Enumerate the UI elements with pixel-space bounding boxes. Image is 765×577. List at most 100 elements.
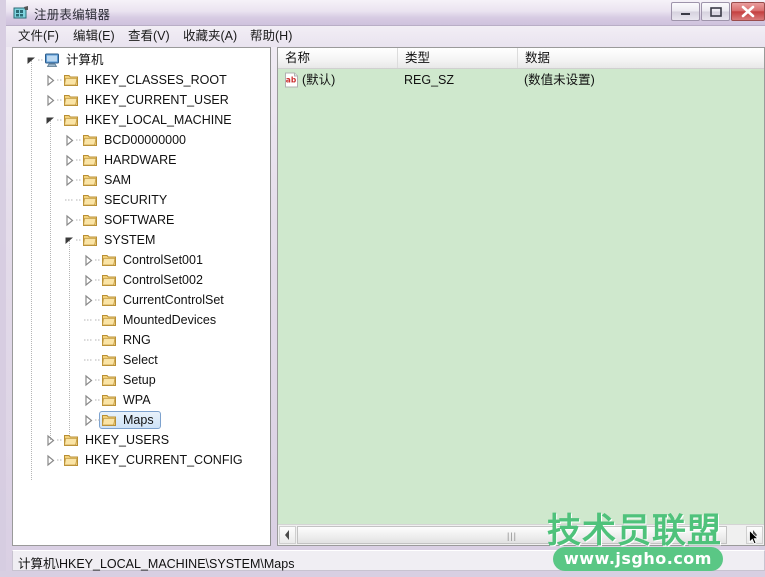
collapse-arrow-icon[interactable] (63, 230, 76, 250)
folder-icon (101, 392, 117, 408)
tree-item-hkey-local-machine[interactable]: HKEY_LOCAL_MACHINE (13, 110, 270, 130)
content-area: 计算机HKEY_CLASSES_ROOTHKEY_CURRENT_USERHKE… (12, 47, 765, 547)
cell-value-name: (默认) (302, 69, 335, 91)
tree-item-controlset002[interactable]: ControlSet002 (13, 270, 270, 290)
folder-icon (82, 152, 98, 168)
folder-icon (101, 292, 117, 308)
expand-arrow-icon[interactable] (63, 150, 76, 170)
tree-item-label: 计算机 (63, 50, 107, 70)
tree-item-software[interactable]: SOFTWARE (13, 210, 270, 230)
tree-item-mounteddevices[interactable]: MountedDevices (13, 310, 270, 330)
expand-arrow-icon[interactable] (82, 370, 95, 390)
tree-item-label: HKEY_LOCAL_MACHINE (82, 110, 235, 130)
tree-item-security[interactable]: SECURITY (13, 190, 270, 210)
tree-item-bcd00000000[interactable]: BCD00000000 (13, 130, 270, 150)
expand-arrow-icon[interactable] (44, 450, 57, 470)
expand-arrow-icon[interactable] (63, 210, 76, 230)
status-path: 计算机\HKEY_LOCAL_MACHINE\SYSTEM\Maps (18, 553, 294, 572)
expand-arrow-icon[interactable] (44, 70, 57, 90)
column-header-name[interactable]: 名称 (278, 48, 398, 68)
tree-item-select[interactable]: Select (13, 350, 270, 370)
registry-values-pane[interactable]: 名称 类型 数据 ab (默认) REG_SZ (数值未设置) (277, 47, 765, 546)
tree-item-controlset001[interactable]: ControlSet001 (13, 250, 270, 270)
tree-item-hardware[interactable]: HARDWARE (13, 150, 270, 170)
tree-item-currentcontrolset[interactable]: CurrentControlSet (13, 290, 270, 310)
tree-item-maps[interactable]: Maps (13, 410, 270, 430)
tree-item-label: Maps (120, 410, 157, 430)
scrollbar-thumb[interactable]: ||| (297, 526, 727, 544)
tree-item-label: Setup (120, 370, 159, 390)
tree-item-hkey-current-user[interactable]: HKEY_CURRENT_USER (13, 90, 270, 110)
tree-item-label: SYSTEM (101, 230, 158, 250)
cell-value-data: (数值未设置) (524, 69, 595, 91)
expand-arrow-icon[interactable] (82, 410, 95, 430)
tree-item-system[interactable]: SYSTEM (13, 230, 270, 250)
horizontal-scrollbar[interactable]: ||| (278, 524, 764, 545)
cell-value-type: REG_SZ (404, 69, 454, 91)
menu-favorites[interactable]: 收藏夹(A) (179, 28, 241, 45)
folder-icon (63, 72, 79, 88)
registry-tree-pane[interactable]: 计算机HKEY_CLASSES_ROOTHKEY_CURRENT_USERHKE… (12, 47, 271, 546)
folder-icon (63, 112, 79, 128)
window-title: 注册表编辑器 (34, 4, 110, 23)
tree-item-sam[interactable]: SAM (13, 170, 270, 190)
close-button[interactable] (731, 2, 765, 21)
registry-tree: 计算机HKEY_CLASSES_ROOTHKEY_CURRENT_USERHKE… (13, 50, 270, 470)
expand-arrow-icon[interactable] (82, 250, 95, 270)
menu-file[interactable]: 文件(F) (14, 28, 63, 45)
folder-icon (101, 312, 117, 328)
maximize-button[interactable] (701, 2, 730, 21)
tree-item-label: CurrentControlSet (120, 290, 227, 310)
menu-view[interactable]: 查看(V) (124, 28, 174, 45)
tree-item-label: ControlSet002 (120, 270, 206, 290)
collapse-arrow-icon[interactable] (25, 50, 38, 70)
folder-icon (63, 452, 79, 468)
tree-item-setup[interactable]: Setup (13, 370, 270, 390)
tree-item-hkey-current-config[interactable]: HKEY_CURRENT_CONFIG (13, 450, 270, 470)
expand-arrow-icon[interactable] (44, 430, 57, 450)
tree-item-hkey-classes-root[interactable]: HKEY_CLASSES_ROOT (13, 70, 270, 90)
tree-item-rng[interactable]: RNG (13, 330, 270, 350)
expand-arrow-icon[interactable] (63, 130, 76, 150)
folder-icon (82, 232, 98, 248)
column-header-data[interactable]: 数据 (518, 48, 764, 68)
menu-help[interactable]: 帮助(H) (246, 28, 296, 45)
tree-item-label: HARDWARE (101, 150, 179, 170)
folder-icon (82, 172, 98, 188)
expand-arrow-icon[interactable] (63, 170, 76, 190)
folder-icon (63, 92, 79, 108)
tree-item-wpa[interactable]: WPA (13, 390, 270, 410)
status-bar: 计算机\HKEY_LOCAL_MACHINE\SYSTEM\Maps (12, 550, 765, 571)
expand-arrow-icon[interactable] (44, 90, 57, 110)
folder-icon (82, 212, 98, 228)
tree-item-label: SAM (101, 170, 134, 190)
folder-icon (101, 412, 117, 428)
folder-icon (82, 132, 98, 148)
tree-item-label: RNG (120, 330, 154, 350)
menu-bar: 文件(F) 编辑(E) 查看(V) 收藏夹(A) 帮助(H) (6, 26, 765, 47)
menu-edit[interactable]: 编辑(E) (69, 28, 119, 45)
list-column-headers: 名称 类型 数据 (278, 48, 764, 69)
table-row[interactable]: ab (默认) REG_SZ (数值未设置) (278, 69, 764, 91)
tree-item-label: HKEY_CURRENT_CONFIG (82, 450, 246, 470)
tree-item-hkey-users[interactable]: HKEY_USERS (13, 430, 270, 450)
scroll-left-arrow-icon[interactable] (279, 526, 296, 544)
tree-leaf-connector (82, 350, 95, 370)
expand-arrow-icon[interactable] (82, 270, 95, 290)
scrollbar-grip-icon: ||| (507, 533, 518, 540)
folder-icon (101, 372, 117, 388)
column-header-type[interactable]: 类型 (398, 48, 518, 68)
tree-item-label: Select (120, 350, 161, 370)
expand-arrow-icon[interactable] (82, 290, 95, 310)
collapse-arrow-icon[interactable] (44, 110, 57, 130)
string-value-icon: ab (284, 72, 299, 88)
tree-item-label: ControlSet001 (120, 250, 206, 270)
tree-item-label: BCD00000000 (101, 130, 189, 150)
tree-item-label: HKEY_CURRENT_USER (82, 90, 232, 110)
tree-item-[interactable]: 计算机 (13, 50, 270, 70)
folder-icon (101, 252, 117, 268)
expand-arrow-icon[interactable] (82, 390, 95, 410)
folder-icon (101, 352, 117, 368)
minimize-button[interactable] (671, 2, 700, 21)
mouse-cursor-icon (749, 530, 760, 546)
